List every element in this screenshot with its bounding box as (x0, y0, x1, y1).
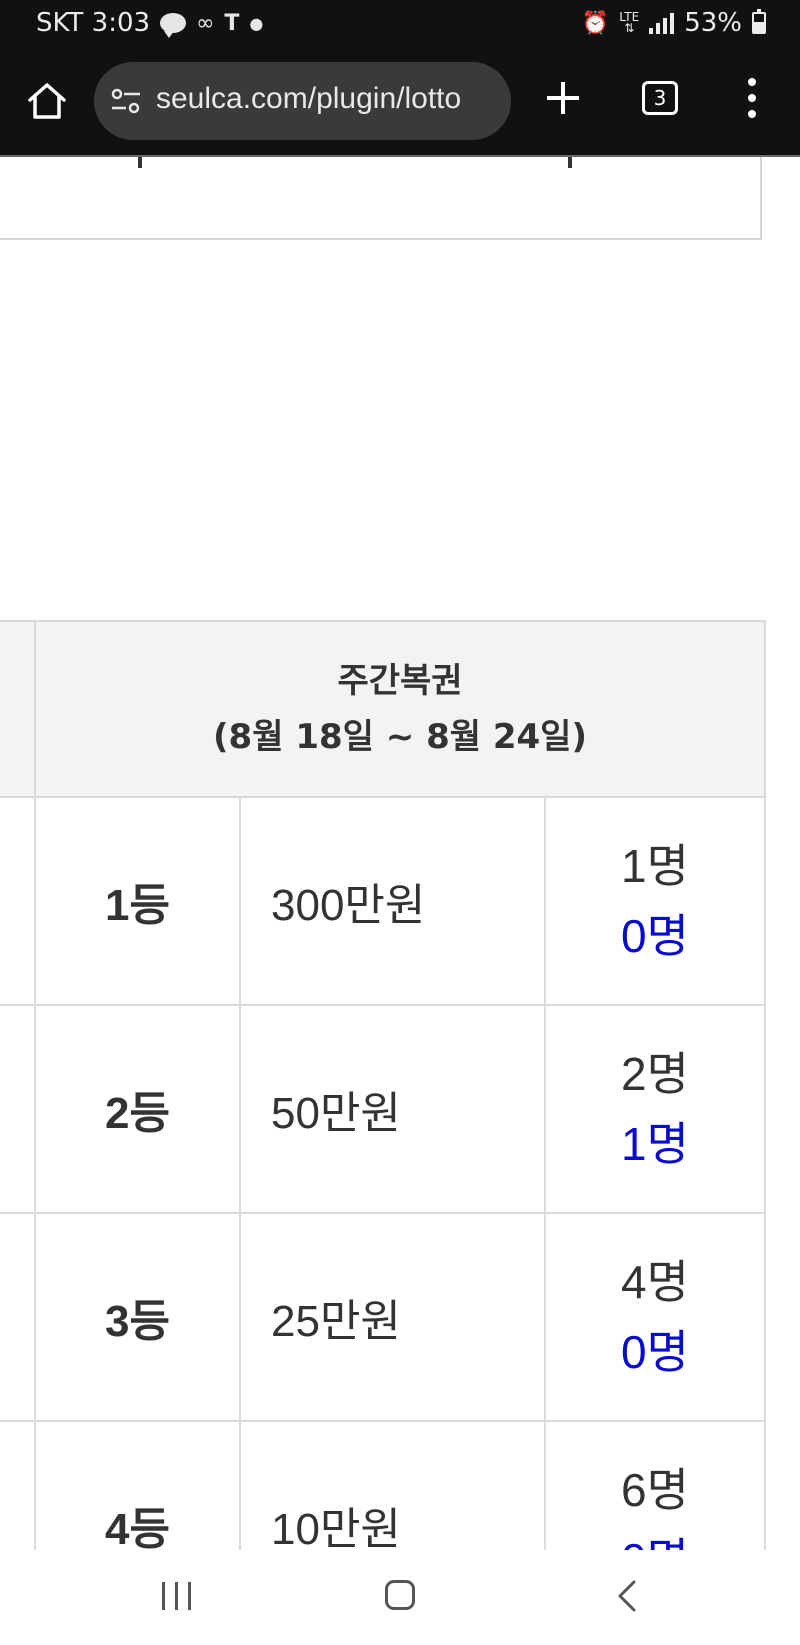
back-icon[interactable] (614, 1578, 638, 1614)
plus-icon[interactable] (543, 78, 583, 118)
address-bar[interactable]: seulca.com/plugin/lotto (94, 62, 511, 140)
amount-cell: 10만원 (239, 1420, 546, 1550)
dot-icon: ● (249, 13, 264, 33)
table-header-row: 주간복권 (8월 18일 ~ 8월 24일) (0, 620, 766, 798)
alarm-icon: ⏰ (581, 10, 610, 36)
site-settings-icon[interactable] (110, 86, 142, 116)
lte-icon: LTE ⇅ (619, 10, 640, 35)
count-cell: 1명 0명 (544, 796, 766, 1006)
home-icon[interactable] (26, 80, 68, 122)
quota-count: 4명 (621, 1256, 689, 1308)
amount-cell: 25만원 (239, 1212, 546, 1422)
amount-cell: 50만원 (239, 1004, 546, 1214)
quota-count: 1명 (621, 840, 689, 892)
row-left-cell (0, 1004, 36, 1214)
system-nav-bar (0, 1550, 800, 1645)
count-cell: 6명 0명 (544, 1420, 766, 1550)
tab-switcher-button[interactable]: 3 (642, 81, 678, 115)
count-cell: 2명 1명 (544, 1004, 766, 1214)
home-button-icon[interactable] (385, 1580, 415, 1610)
table-row: 4등 10만원 6명 0명 (0, 1420, 766, 1550)
t-icon: T (224, 10, 240, 36)
status-bar-right: ⏰ LTE ⇅ 53% (582, 8, 766, 38)
quota-count: 2명 (621, 1048, 689, 1100)
network-type: LTE (619, 10, 640, 24)
table-header-left-cell (0, 620, 36, 798)
browser-toolbar: seulca.com/plugin/lotto 3 (0, 48, 800, 155)
header-title: 주간복권 (337, 661, 463, 701)
battery-percent: 53% (684, 8, 742, 38)
row-left-cell (0, 1212, 36, 1422)
rank-cell: 2등 (34, 1004, 241, 1214)
table-header-weekly-lottery: 주간복권 (8월 18일 ~ 8월 24일) (34, 620, 766, 798)
more-menu-icon[interactable] (742, 78, 762, 122)
battery-level (754, 22, 764, 32)
winner-count: 0명 (621, 1326, 689, 1378)
winner-count: 0명 (546, 1525, 764, 1550)
toolbar-divider (0, 155, 800, 157)
status-bar: SKT 3:03 ∞ T ● ⏰ LTE ⇅ 53% (0, 0, 800, 48)
row-left-cell (0, 1420, 36, 1550)
table-row: 1등 300만원 1명 0명 (0, 796, 766, 1006)
status-bar-left: SKT 3:03 ∞ T ● (36, 8, 263, 38)
rank-cell: 1등 (34, 796, 241, 1006)
prize-table: 주간복권 (8월 18일 ~ 8월 24일) 1등 300만원 1명 0명 2등… (0, 620, 766, 1550)
carrier-time: SKT 3:03 (36, 8, 151, 38)
rank-cell: 4등 (34, 1420, 241, 1550)
url-text[interactable]: seulca.com/plugin/lotto (156, 82, 506, 116)
count-cell: 4명 0명 (544, 1212, 766, 1422)
browser-chrome: SKT 3:03 ∞ T ● ⏰ LTE ⇅ 53% seulca.com/pl… (0, 0, 800, 157)
table-row: 3등 25만원 4명 0명 (0, 1212, 766, 1422)
header-period: (8월 18일 ~ 8월 24일) (213, 717, 587, 757)
infinity-icon: ∞ (196, 10, 215, 36)
kakaotalk-icon (160, 13, 187, 38)
winner-count: 0명 (621, 910, 689, 962)
signal-icon (649, 12, 675, 34)
quota-count: 6명 (621, 1464, 689, 1516)
table-row: 2등 50만원 2명 1명 (0, 1004, 766, 1214)
recents-icon[interactable] (160, 1582, 194, 1612)
row-left-cell (0, 796, 36, 1006)
amount-cell: 300만원 (239, 796, 546, 1006)
battery-icon (752, 9, 766, 34)
rank-cell: 3등 (34, 1212, 241, 1422)
page-content: 주간복권 (8월 18일 ~ 8월 24일) 1등 300만원 1명 0명 2등… (0, 0, 800, 1550)
winner-count: 1명 (621, 1118, 689, 1170)
